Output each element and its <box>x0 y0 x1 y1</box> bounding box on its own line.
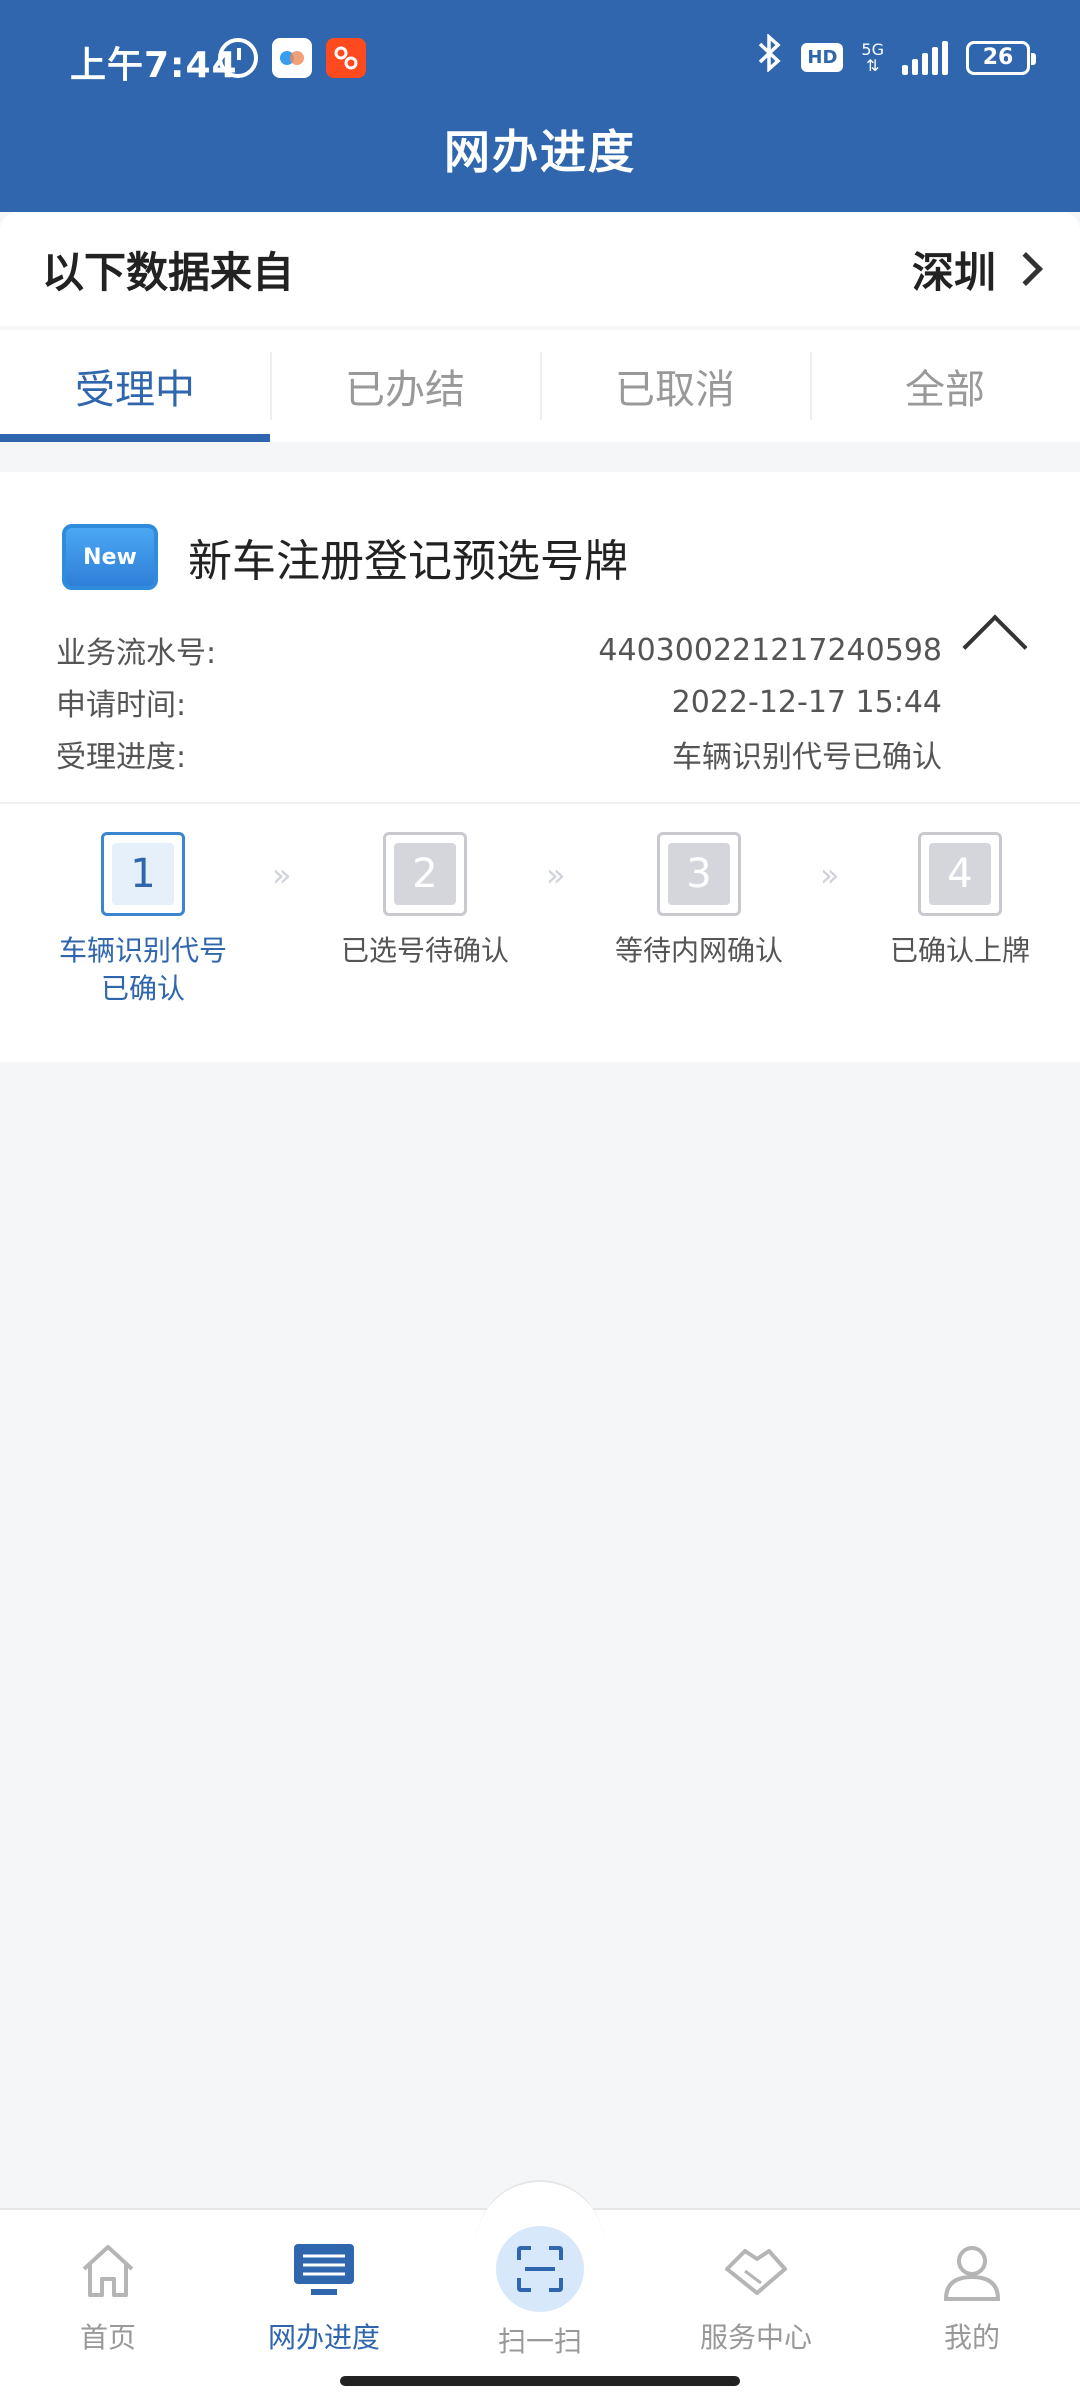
status-left-icons <box>218 38 366 78</box>
step-arrow-icon: » <box>546 856 566 894</box>
home-indicator[interactable] <box>340 2376 740 2386</box>
tab-cancelled[interactable]: 已取消 <box>540 330 810 442</box>
card-info: 业务流水号: 440300221217240598 申请时间: 2022-12-… <box>56 624 942 780</box>
step-label: 等待内网确认 <box>614 934 783 967</box>
nav-scan[interactable]: 扫一扫 <box>432 2210 648 2360</box>
scan-icon <box>496 2226 584 2312</box>
signal-icon <box>902 40 948 75</box>
alarm-icon <box>218 38 258 78</box>
nav-service-center[interactable]: 服务中心 <box>648 2210 864 2360</box>
step-arrow-icon: » <box>820 856 840 894</box>
home-icon <box>73 2236 143 2306</box>
info-label: 申请时间: <box>56 688 187 723</box>
step-label: 已选号待确认 <box>340 934 509 967</box>
nav-label: 网办进度 <box>267 2321 380 2354</box>
step-2: 2 已选号待确认 <box>305 832 545 970</box>
application-card: New 新车注册登记预选号牌 业务流水号: 440300221217240598… <box>0 472 1080 1062</box>
network-type: 5G ⇅ <box>861 39 884 75</box>
header: 上午7:44 HD 5G ⇅ 26 网办进度 <box>0 0 1080 212</box>
step-1: 1 车辆识别代号 已确认 <box>23 832 263 1008</box>
apply-time: 2022-12-17 15:44 <box>671 684 942 720</box>
status-tabs: 受理中 已办结 已取消 全部 <box>0 330 1080 442</box>
step-arrow-icon: » <box>272 856 292 894</box>
new-badge-text: New <box>83 544 137 570</box>
tab-all[interactable]: 全部 <box>810 330 1080 442</box>
app-notification-icon <box>326 38 366 78</box>
bottom-nav: 首页 网办进度 扫一扫 服务中心 我的 <box>0 2180 1080 2400</box>
card-header: New 新车注册登记预选号牌 <box>62 524 628 590</box>
new-badge-icon: New <box>62 524 158 590</box>
step-4: 4 已确认上牌 <box>840 832 1080 970</box>
progress-steps: 1 车辆识别代号 已确认 » 2 已选号待确认 » 3 等待内网确认 » 4 已… <box>0 832 1080 1062</box>
step-number: 4 <box>929 843 991 905</box>
step-number: 3 <box>668 843 730 905</box>
page-title: 网办进度 <box>444 125 636 179</box>
status-right: HD 5G ⇅ 26 <box>757 33 1036 81</box>
status-time: 上午7:44 <box>70 45 238 86</box>
city-selector[interactable]: 深圳 <box>911 239 1043 300</box>
info-row: 受理进度: 车辆识别代号已确认 <box>56 728 942 780</box>
app-notification-icon <box>272 38 312 78</box>
status-bar: 上午7:44 HD 5G ⇅ 26 <box>0 0 1080 116</box>
step-number: 2 <box>394 843 456 905</box>
step-label: 车辆识别代号 已确认 <box>58 934 227 1005</box>
step-3: 3 等待内网确认 <box>579 832 819 970</box>
card-title: 新车注册登记预选号牌 <box>188 536 628 587</box>
battery-level: 26 <box>982 45 1014 70</box>
tab-completed[interactable]: 已办结 <box>270 330 540 442</box>
city-name: 深圳 <box>911 247 996 297</box>
tab-processing[interactable]: 受理中 <box>0 330 270 442</box>
nav-items: 首页 网办进度 扫一扫 服务中心 我的 <box>0 2210 1080 2360</box>
nav-mine[interactable]: 我的 <box>864 2210 1080 2360</box>
nav-home[interactable]: 首页 <box>0 2210 216 2360</box>
nav-label: 服务中心 <box>699 2321 812 2354</box>
nav-label: 我的 <box>943 2321 1000 2354</box>
info-label: 业务流水号: <box>56 636 217 671</box>
source-label: 以下数据来自 <box>42 247 295 297</box>
nav-label: 首页 <box>79 2321 136 2354</box>
info-row: 申请时间: 2022-12-17 15:44 <box>56 676 942 728</box>
bluetooth-icon <box>757 33 783 81</box>
divider <box>0 802 1080 804</box>
hd-icon: HD <box>801 43 844 72</box>
screen: 上午7:44 HD 5G ⇅ 26 网办进度 以下数据来自 深圳 受理中 已办结… <box>0 0 1080 2400</box>
serial-number: 440300221217240598 <box>598 632 942 668</box>
nav-progress[interactable]: 网办进度 <box>216 2210 432 2360</box>
chevron-up-icon[interactable] <box>962 614 1028 680</box>
info-label: 受理进度: <box>56 740 187 775</box>
data-source-row[interactable]: 以下数据来自 深圳 <box>0 212 1080 326</box>
user-icon <box>937 2236 1007 2306</box>
monitor-icon <box>289 2236 359 2306</box>
step-label: 已确认上牌 <box>889 934 1030 967</box>
step-number: 1 <box>112 843 174 905</box>
battery-icon: 26 <box>966 40 1036 75</box>
chevron-right-icon <box>1009 252 1043 286</box>
progress-status: 车辆识别代号已确认 <box>672 740 942 775</box>
handshake-icon <box>721 2236 791 2306</box>
info-row: 业务流水号: 440300221217240598 <box>56 624 942 676</box>
nav-label: 扫一扫 <box>497 2325 582 2358</box>
